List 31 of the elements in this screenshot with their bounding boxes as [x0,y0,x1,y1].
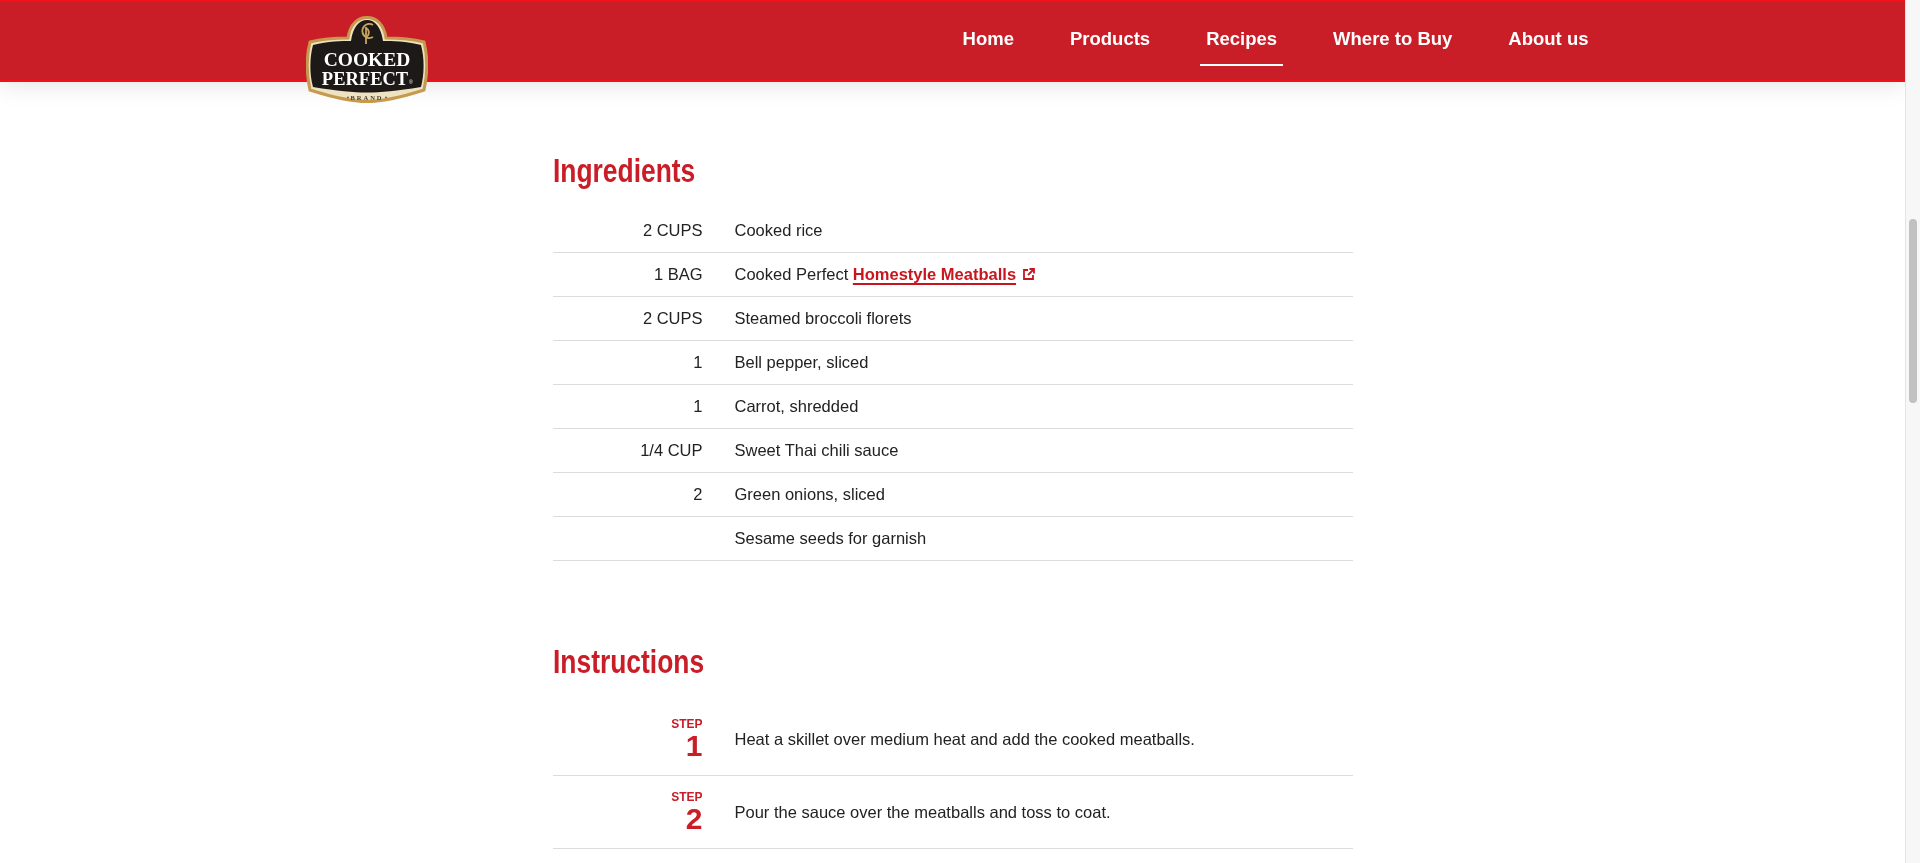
step-label: STEP [671,790,703,804]
ingredient-quantity: 1 [693,353,703,372]
ingredient-name: Steamed broccoli florets [734,309,912,328]
external-link-icon [1022,268,1036,281]
section-heading: Ingredients [552,153,695,189]
step-number: 2 [685,804,703,834]
ingredient-quantity: 1/4 CUP [640,441,703,460]
ingredient-name: Bell pepper, sliced [734,353,869,372]
ingredient-quantity: 1 BAG [653,265,703,284]
ingredient-quantity: 2 CUPS [642,221,703,240]
nav-link[interactable]: Products [1063,27,1157,66]
step-label: STEP [671,717,703,731]
ingredient-name: Cooked Perfect Homestyle Meatballs [734,265,1036,284]
ingredient-name: Sweet Thai chili sauce [734,441,899,460]
ingredient-name: Green onions, sliced [734,485,885,504]
product-link[interactable]: Homestyle Meatballs [852,265,1036,283]
step-text: Pour the sauce over the meatballs and toss to coat. [734,802,1111,822]
nav-link[interactable]: About us [1502,27,1595,66]
nav-link[interactable]: Recipes [1200,27,1284,66]
ingredient-name: Carrot, shredded [734,397,859,416]
ingredient-name: Sesame seeds for garnish [734,529,927,548]
ingredient-quantity: 2 [693,485,703,504]
ingredient-quantity: 1 [693,397,703,416]
step-text: Heat a skillet over medium heat and add the cooked meatballs. [734,729,1195,749]
ingredient-quantity: 2 CUPS [642,309,703,328]
nav-link[interactable]: Where to Buy [1327,27,1459,66]
scrollbar-thumb[interactable] [1909,219,1917,403]
step-number: 1 [685,731,703,761]
section-heading: Instructions [552,644,704,680]
ingredient-name: Cooked rice [734,221,823,240]
nav-link[interactable]: Home [956,27,1020,66]
